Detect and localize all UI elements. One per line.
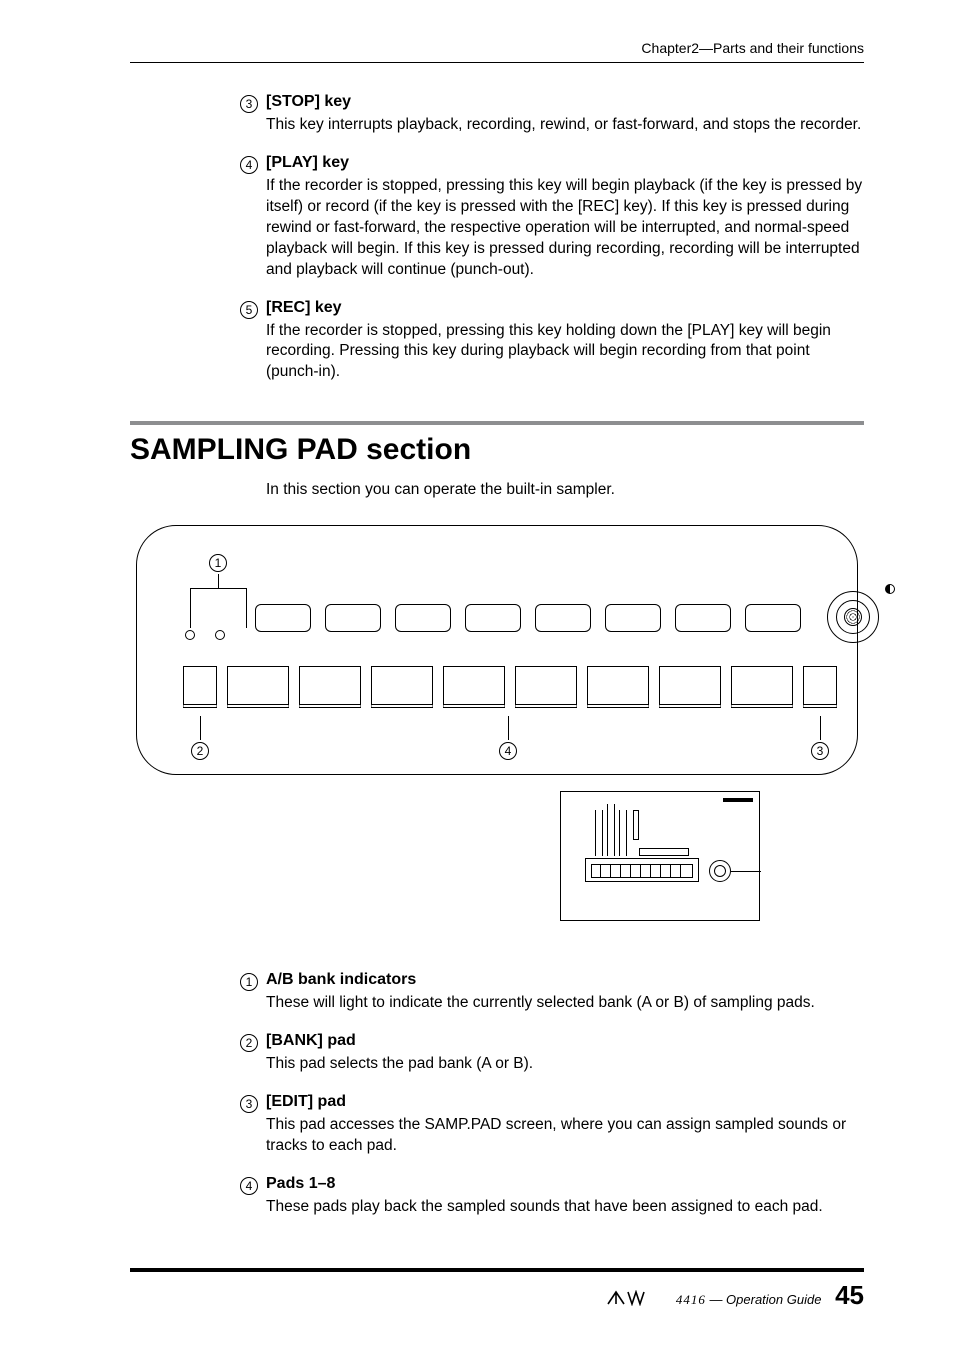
sample-pad	[587, 666, 649, 708]
item-marker: 5	[240, 299, 266, 384]
item-marker: 1	[240, 971, 266, 1014]
section-title: SAMPLING PAD section	[130, 421, 864, 467]
small-button	[605, 604, 661, 632]
locator-knob	[709, 860, 731, 882]
sampling-pad-diagram: 1 2	[136, 525, 858, 775]
item-marker: 3	[240, 1093, 266, 1157]
item-title-edit: [EDIT] pad	[266, 1093, 864, 1111]
callout-1: 1	[209, 554, 227, 572]
item-marker: 2	[240, 1032, 266, 1075]
chapter-header: Chapter2—Parts and their functions	[130, 40, 864, 63]
page-number: 45	[835, 1280, 864, 1310]
callout-4: 4	[499, 742, 517, 760]
item-marker: 4	[240, 154, 266, 281]
bank-b-led	[215, 630, 225, 640]
small-button	[465, 604, 521, 632]
item-desc: If the recorder is stopped, pressing thi…	[266, 321, 864, 384]
bank-pad	[183, 666, 217, 708]
small-button	[675, 604, 731, 632]
guide-label: — Operation Guide	[706, 1292, 822, 1307]
small-button	[395, 604, 451, 632]
small-button	[325, 604, 381, 632]
section-intro: In this section you can operate the buil…	[266, 481, 864, 499]
callout-2: 2	[191, 742, 209, 760]
item-title-play: [PLAY] key	[266, 154, 864, 172]
contrast-knob	[827, 591, 879, 643]
item-desc: These pads play back the sampled sounds …	[266, 1197, 864, 1218]
sample-pad	[227, 666, 289, 708]
item-title-pads: Pads 1–8	[266, 1175, 864, 1193]
item-title-bank: [BANK] pad	[266, 1032, 864, 1050]
model-logo-icon	[606, 1290, 676, 1306]
sample-pad	[443, 666, 505, 708]
item-marker: 3	[240, 93, 266, 136]
item-desc: This key interrupts playback, recording,…	[266, 115, 864, 136]
item-desc: If the recorder is stopped, pressing thi…	[266, 176, 864, 281]
model-number: 4416	[676, 1292, 706, 1307]
sample-pad	[659, 666, 721, 708]
callout-3: 3	[811, 742, 829, 760]
device-locator-diagram	[560, 791, 760, 921]
sample-pad	[731, 666, 793, 708]
small-button	[745, 604, 801, 632]
item-title-indicators: A/B bank indicators	[266, 971, 864, 989]
bank-a-led	[185, 630, 195, 640]
item-desc: This pad selects the pad bank (A or B).	[266, 1054, 864, 1075]
page-footer: 4416 — Operation Guide 45	[130, 1268, 864, 1311]
edit-pad	[803, 666, 837, 708]
small-button	[535, 604, 591, 632]
sample-pad	[371, 666, 433, 708]
item-title-stop: [STOP] key	[266, 93, 864, 111]
item-marker: 4	[240, 1175, 266, 1218]
item-desc: These will light to indicate the current…	[266, 993, 864, 1014]
brand-mark	[723, 798, 753, 802]
item-title-rec: [REC] key	[266, 299, 864, 317]
contrast-icon	[885, 584, 895, 594]
small-button	[255, 604, 311, 632]
sample-pad	[515, 666, 577, 708]
sample-pad	[299, 666, 361, 708]
item-desc: This pad accesses the SAMP.PAD screen, w…	[266, 1115, 864, 1157]
